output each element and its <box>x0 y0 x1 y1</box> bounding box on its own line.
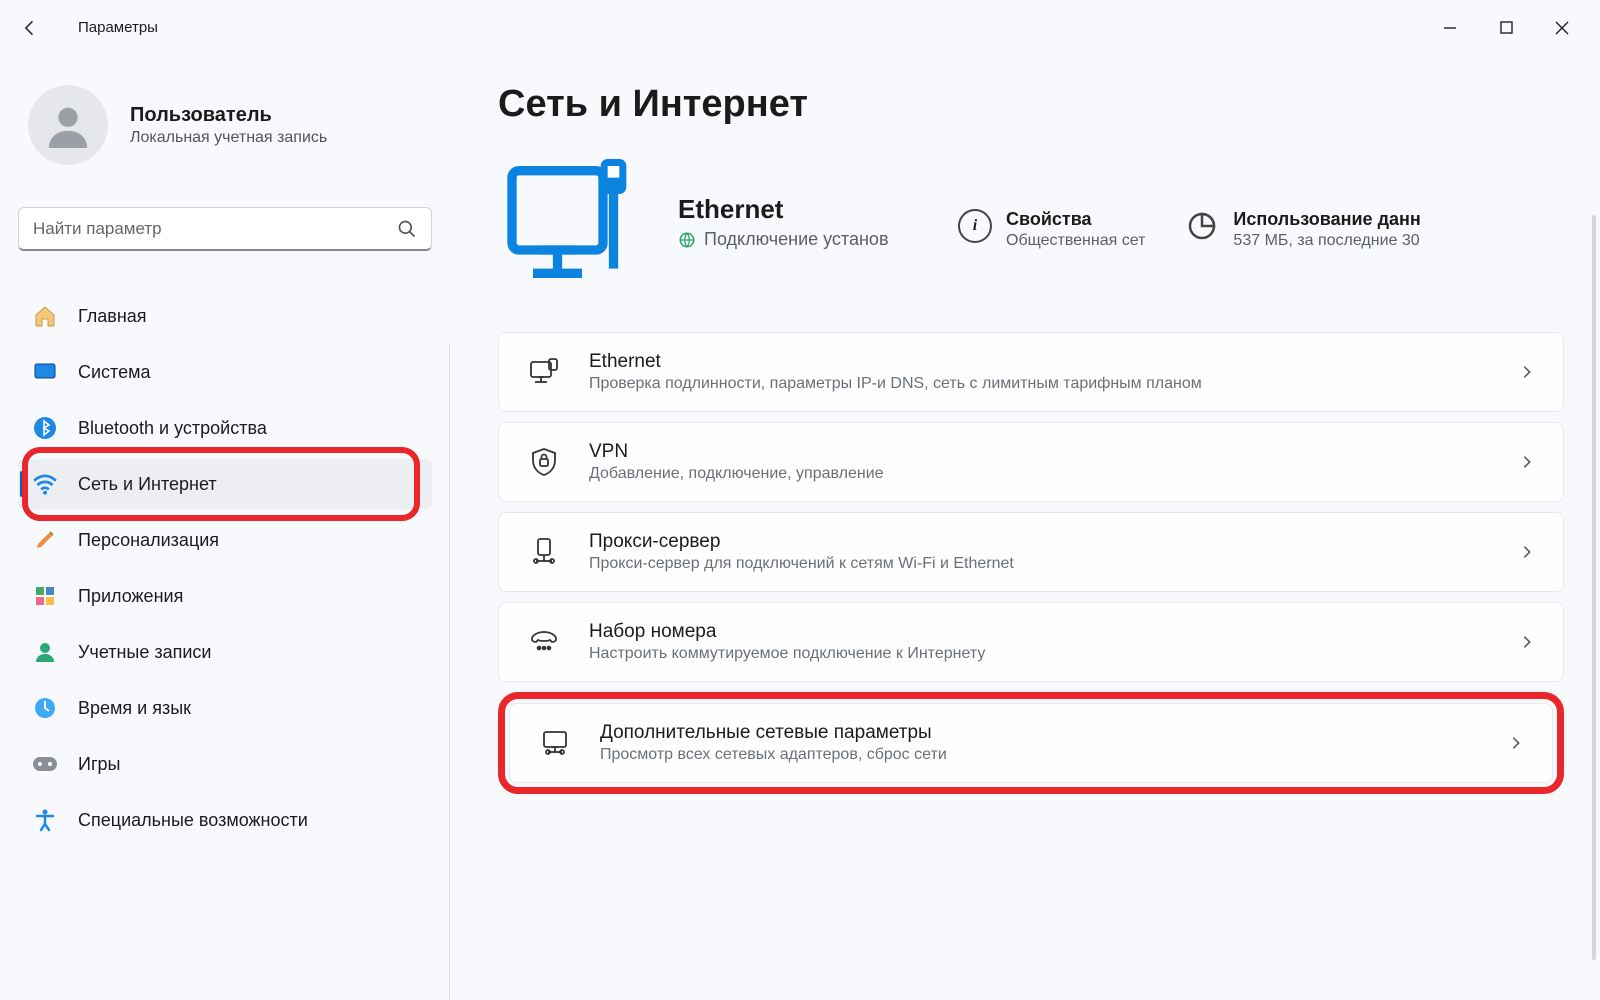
card-ethernet[interactable]: Ethernet Проверка подлинности, параметры… <box>498 332 1564 412</box>
sidebar-item-label: Главная <box>78 306 147 327</box>
back-button[interactable] <box>10 8 50 48</box>
data-usage-tile[interactable]: Использование данн 537 МБ, за последние … <box>1185 195 1420 250</box>
sidebar-item-label: Игры <box>78 754 120 775</box>
card-title: Ethernet <box>589 351 1491 373</box>
search-input[interactable] <box>33 219 397 239</box>
card-proxy[interactable]: Прокси-сервер Прокси-сервер для подключе… <box>498 512 1564 592</box>
network-name: Ethernet <box>678 194 918 225</box>
highlight-card-advanced: Дополнительные сетевые параметры Просмот… <box>498 692 1564 794</box>
chevron-right-icon <box>1519 634 1535 650</box>
card-dialup[interactable]: Набор номера Настроить коммутируемое под… <box>498 602 1564 682</box>
sidebar-item-label: Система <box>78 362 151 383</box>
search-icon <box>397 219 417 239</box>
maximize-button[interactable] <box>1478 8 1534 48</box>
user-name: Пользователь <box>130 104 327 127</box>
app-title: Параметры <box>78 19 158 36</box>
properties-title: Свойства <box>1006 209 1145 230</box>
network-status-row: Ethernet Подключение установ i Свойства … <box>498 152 1564 292</box>
card-title: Прокси-сервер <box>589 531 1491 553</box>
connection-status: Подключение установ <box>704 229 889 250</box>
card-advanced-network[interactable]: Дополнительные сетевые параметры Просмот… <box>509 703 1553 783</box>
accessibility-icon <box>32 807 58 833</box>
maximize-icon <box>1500 21 1513 34</box>
sidebar-item-home[interactable]: Главная <box>18 291 432 341</box>
sidebar-item-label: Сеть и Интернет <box>78 474 217 495</box>
apps-icon <box>32 583 58 609</box>
network-status-primary[interactable]: Ethernet Подключение установ <box>678 194 918 250</box>
chevron-right-icon <box>1519 454 1535 470</box>
chevron-right-icon <box>1519 544 1535 560</box>
avatar <box>28 85 108 165</box>
sidebar-item-accounts[interactable]: Учетные записи <box>18 627 432 677</box>
card-desc: Просмотр всех сетевых адаптеров, сброс с… <box>600 746 1480 764</box>
sidebar-item-network[interactable]: Сеть и Интернет <box>18 459 432 509</box>
window-controls <box>1422 8 1590 48</box>
close-icon <box>1555 21 1569 35</box>
ethernet-icon <box>527 358 561 386</box>
wifi-icon <box>32 471 58 497</box>
card-title: VPN <box>589 441 1491 463</box>
main-panel: Сеть и Интернет Ethernet Подключение уст… <box>450 55 1600 1000</box>
titlebar: Параметры <box>0 0 1600 55</box>
minimize-icon <box>1443 21 1457 35</box>
phone-icon <box>527 629 561 655</box>
account-icon <box>32 639 58 665</box>
card-desc: Проверка подлинности, параметры IP-и DNS… <box>589 375 1491 393</box>
page-title: Сеть и Интернет <box>498 83 1564 126</box>
properties-tile[interactable]: i Свойства Общественная сет <box>958 195 1145 250</box>
usage-title: Использование данн <box>1233 209 1420 230</box>
home-icon <box>32 303 58 329</box>
nav-list: Главная Система Bluetooth и устройства С… <box>18 291 432 845</box>
computer-network-icon <box>538 729 572 757</box>
gamepad-icon <box>32 751 58 777</box>
sidebar-item-label: Приложения <box>78 586 183 607</box>
user-block[interactable]: Пользователь Локальная учетная запись <box>18 85 432 165</box>
sidebar-item-gaming[interactable]: Игры <box>18 739 432 789</box>
sidebar-item-label: Учетные записи <box>78 642 211 663</box>
scrollbar[interactable] <box>1592 215 1596 960</box>
sidebar-item-apps[interactable]: Приложения <box>18 571 432 621</box>
pie-icon <box>1185 209 1219 243</box>
card-vpn[interactable]: VPN Добавление, подключение, управление <box>498 422 1564 502</box>
settings-cards: Ethernet Проверка подлинности, параметры… <box>498 332 1564 794</box>
sidebar-item-label: Персонализация <box>78 530 219 551</box>
chevron-right-icon <box>1519 364 1535 380</box>
search-box[interactable] <box>18 207 432 251</box>
clock-globe-icon <box>32 695 58 721</box>
usage-sub: 537 МБ, за последние 30 <box>1233 232 1420 250</box>
sidebar: Пользователь Локальная учетная запись Гл… <box>0 55 450 1000</box>
person-icon <box>45 102 91 148</box>
minimize-button[interactable] <box>1422 8 1478 48</box>
sidebar-item-time[interactable]: Время и язык <box>18 683 432 733</box>
sidebar-item-personalize[interactable]: Персонализация <box>18 515 432 565</box>
info-icon: i <box>958 209 992 243</box>
card-title: Дополнительные сетевые параметры <box>600 722 1480 744</box>
card-desc: Добавление, подключение, управление <box>589 465 1491 483</box>
sidebar-item-label: Специальные возможности <box>78 810 308 831</box>
properties-sub: Общественная сет <box>1006 232 1145 250</box>
proxy-icon <box>527 537 561 567</box>
user-subtitle: Локальная учетная запись <box>130 129 327 147</box>
chevron-right-icon <box>1508 735 1524 751</box>
sidebar-item-bluetooth[interactable]: Bluetooth и устройства <box>18 403 432 453</box>
sidebar-item-label: Bluetooth и устройства <box>78 418 267 439</box>
sidebar-item-accessibility[interactable]: Специальные возможности <box>18 795 432 845</box>
paintbrush-icon <box>32 527 58 553</box>
arrow-left-icon <box>20 18 40 38</box>
close-button[interactable] <box>1534 8 1590 48</box>
sidebar-item-label: Время и язык <box>78 698 191 719</box>
monitor-icon <box>32 359 58 385</box>
card-title: Набор номера <box>589 621 1491 643</box>
card-desc: Настроить коммутируемое подключение к Ин… <box>589 645 1491 663</box>
ethernet-device-icon <box>498 152 638 292</box>
bluetooth-icon <box>32 415 58 441</box>
shield-lock-icon <box>527 447 561 477</box>
globe-icon <box>678 231 696 249</box>
card-desc: Прокси-сервер для подключений к сетям Wi… <box>589 555 1491 573</box>
sidebar-item-system[interactable]: Система <box>18 347 432 397</box>
